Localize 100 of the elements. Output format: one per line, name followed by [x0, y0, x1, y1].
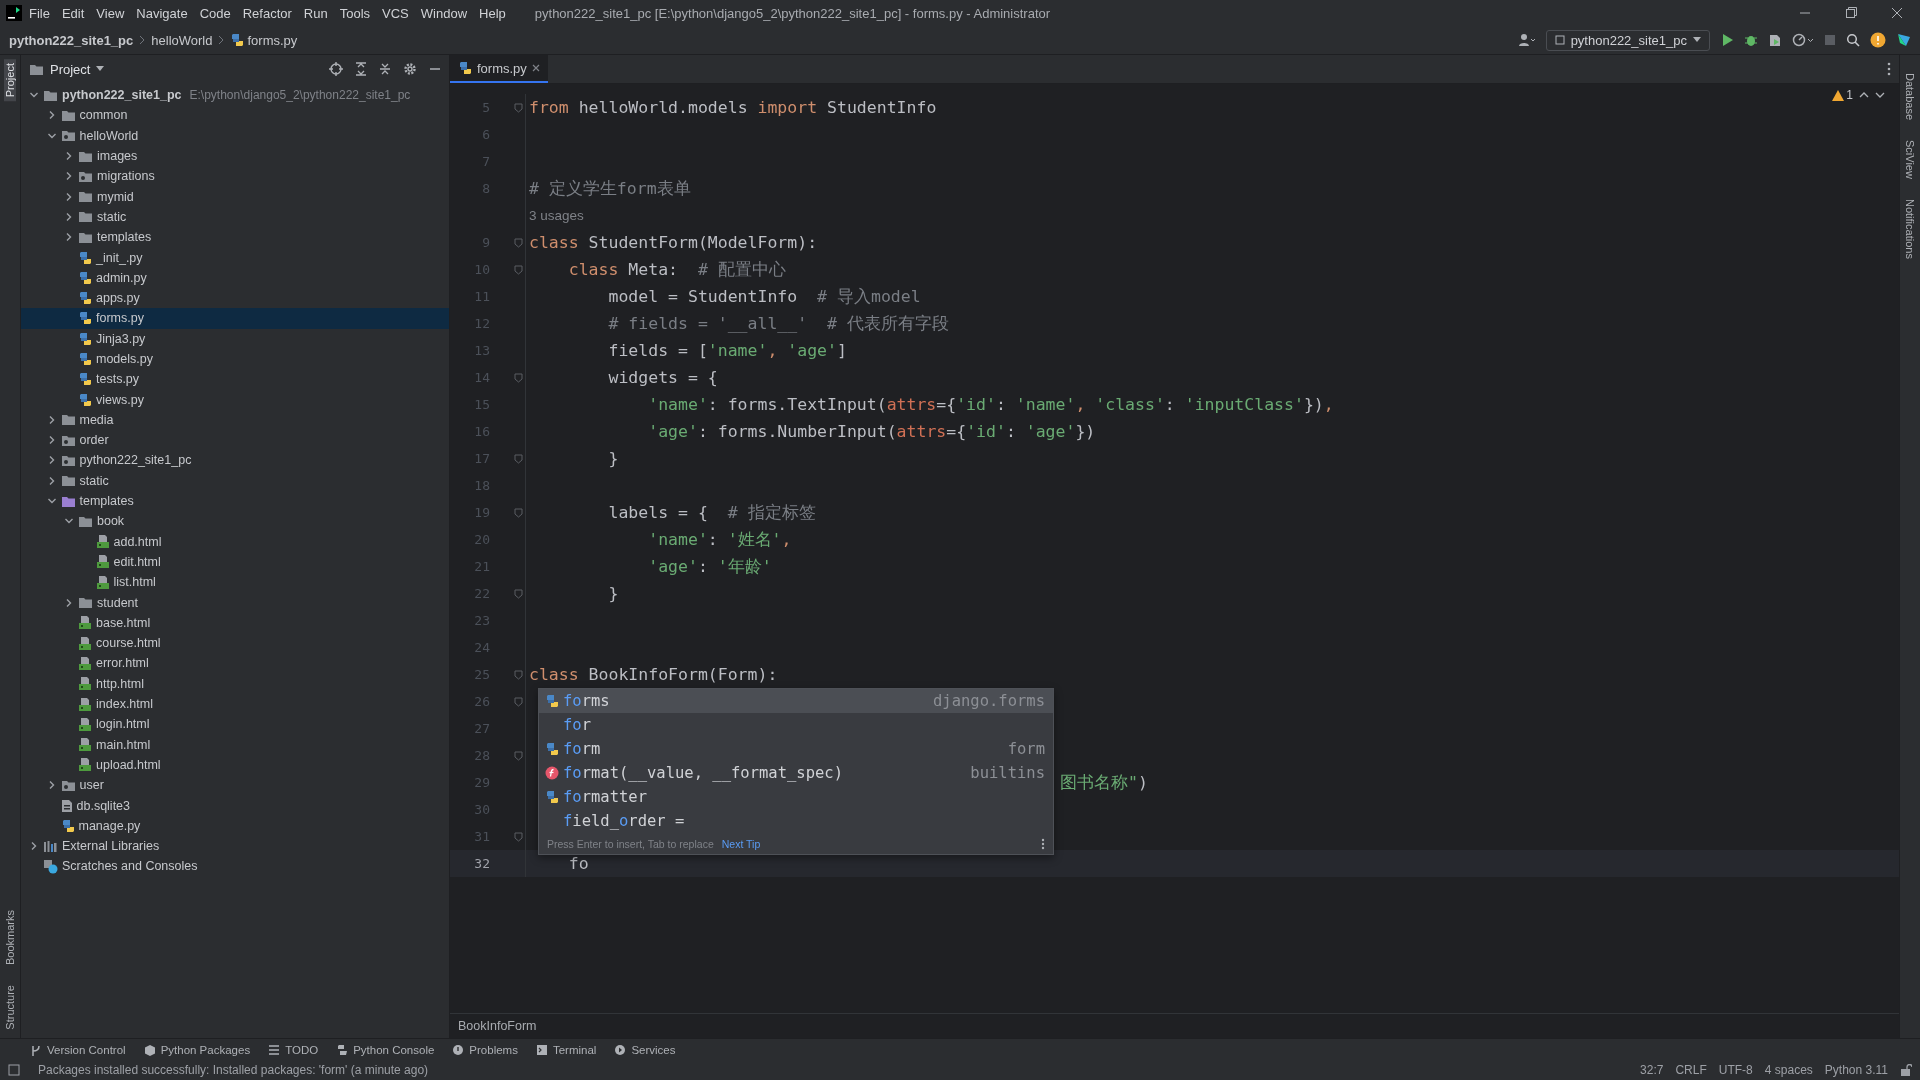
menu-item[interactable]: Navigate [131, 3, 193, 23]
tree-item[interactable]: manage.py [21, 815, 449, 836]
tree-item[interactable]: views.py [21, 389, 449, 410]
tree-item[interactable]: course.html [21, 633, 449, 654]
status-message[interactable]: Packages installed successfully: Installed packages: 'form' (a minute ago) [38, 1063, 429, 1077]
update-icon[interactable] [1870, 32, 1886, 48]
expand-chevron-icon[interactable] [64, 211, 74, 222]
status-item[interactable]: 4 spaces [1764, 1063, 1813, 1077]
tree-item[interactable]: book [21, 511, 449, 532]
tree-item[interactable]: user [21, 775, 449, 796]
plugin-logo-icon[interactable] [1896, 32, 1912, 48]
breadcrumb-item[interactable]: python222_site1_pc [9, 32, 134, 48]
tree-item[interactable]: upload.html [21, 754, 449, 776]
status-item[interactable]: UTF-8 [1718, 1063, 1753, 1077]
expand-chevron-icon[interactable] [64, 232, 74, 243]
tree-item[interactable]: python222_site1_pc E:\python\django5_2\python222_site1_pc [21, 85, 449, 106]
menu-item[interactable]: View [91, 3, 130, 23]
tree-item[interactable]: _init_.py [21, 247, 449, 268]
tree-item[interactable]: http.html [21, 673, 449, 694]
usages-hint[interactable]: 3 usages [526, 208, 584, 223]
completion-item[interactable]: field_order = [539, 809, 1053, 833]
tree-item[interactable]: media [21, 409, 449, 431]
breadcrumb-item[interactable]: forms.py [230, 32, 298, 48]
tree-item[interactable]: mymid [21, 186, 449, 207]
tree-item[interactable]: add.html [21, 531, 449, 552]
menu-item[interactable]: File [24, 3, 55, 23]
tree-item[interactable]: edit.html [21, 551, 449, 573]
next-icon[interactable] [1875, 91, 1885, 99]
tree-item[interactable]: student [21, 592, 449, 613]
menu-item[interactable]: Window [415, 3, 473, 23]
tool-window-tab[interactable]: Bookmarks [4, 906, 16, 970]
tree-item[interactable]: static [21, 206, 449, 228]
warning-count[interactable]: 1 [1832, 88, 1853, 102]
expand-chevron-icon[interactable] [29, 841, 39, 852]
tree-item[interactable]: tests.py [21, 369, 449, 390]
expand-chevron-icon[interactable] [64, 191, 74, 202]
search-icon[interactable] [1846, 33, 1860, 47]
menu-item[interactable]: Tools [334, 3, 376, 23]
tree-item[interactable]: Jinja3.py [21, 328, 449, 349]
more-icon[interactable] [1041, 837, 1045, 850]
tree-item[interactable]: admin.py [21, 267, 449, 288]
completion-item[interactable]: forms django.forms [539, 689, 1053, 713]
profile-icon[interactable] [1792, 33, 1814, 47]
tool-window-tab[interactable]: Structure [4, 981, 16, 1034]
status-item[interactable]: CRLF [1675, 1063, 1707, 1077]
menu-item[interactable]: Edit [56, 3, 90, 23]
user-icon[interactable] [1517, 33, 1536, 47]
tree-item[interactable]: error.html [21, 653, 449, 674]
tree-item[interactable]: index.html [21, 693, 449, 715]
tree-item[interactable]: static [21, 470, 449, 491]
tree-item[interactable]: common [21, 105, 449, 126]
tree-item[interactable]: forms.py [21, 308, 449, 329]
status-item[interactable]: Python 3.11 [1824, 1063, 1888, 1077]
collapse-all-icon[interactable] [379, 62, 391, 76]
status-item[interactable]: 32:7 [1640, 1063, 1664, 1077]
tool-window-button[interactable]: Version Control [30, 1043, 126, 1056]
completion-item[interactable]: for [539, 713, 1053, 737]
expand-chevron-icon[interactable] [64, 151, 74, 162]
completion-item[interactable]: form form [539, 737, 1053, 761]
tree-item[interactable]: login.html [21, 714, 449, 735]
menu-item[interactable]: Help [474, 3, 511, 23]
expand-chevron-icon[interactable] [64, 597, 74, 608]
next-tip-link[interactable]: Next Tip [721, 837, 761, 850]
tree-item[interactable]: apps.py [21, 287, 449, 309]
coverage-icon[interactable] [1768, 33, 1782, 47]
tree-item[interactable]: templates [21, 227, 449, 248]
tree-item[interactable]: models.py [21, 348, 449, 370]
menu-item[interactable]: Refactor [237, 3, 297, 23]
debug-icon[interactable] [1744, 33, 1758, 47]
tool-window-button[interactable]: Problems [452, 1043, 518, 1056]
tool-window-button[interactable]: Python Console [336, 1043, 435, 1056]
completion-item[interactable]: formatter [539, 785, 1053, 809]
tool-window-tab[interactable]: SciView [1904, 136, 1916, 184]
project-view-dropdown[interactable]: Project [29, 61, 105, 77]
expand-chevron-icon[interactable] [64, 171, 74, 182]
tool-window-button[interactable]: TODO [268, 1043, 319, 1056]
tree-item[interactable]: Scratches and Consoles [21, 856, 449, 877]
panel-toggle-icon[interactable] [8, 1064, 20, 1076]
breadcrumb-item[interactable]: helloWorld [151, 32, 213, 48]
completion-item[interactable]: format(__value, __format_spec) builtins [539, 761, 1053, 785]
code-breadcrumb[interactable]: BookInfoForm [458, 1019, 537, 1033]
locate-icon[interactable] [329, 62, 343, 76]
tree-item[interactable]: db.sqlite3 [21, 795, 449, 816]
tree-item[interactable]: order [21, 430, 449, 451]
tree-item[interactable]: templates [21, 490, 449, 512]
tool-window-tab[interactable]: Notifications [1904, 195, 1916, 263]
tool-window-button[interactable]: Python Packages [143, 1043, 251, 1056]
tool-window-button[interactable]: Terminal [535, 1043, 597, 1056]
tree-item[interactable]: list.html [21, 572, 449, 593]
tree-item[interactable]: migrations [21, 166, 449, 187]
tree-item[interactable]: python222_site1_pc [21, 450, 449, 471]
tool-window-button[interactable]: Services [614, 1043, 676, 1056]
expand-all-icon[interactable] [355, 62, 367, 76]
lock-icon[interactable] [1900, 1064, 1912, 1076]
menu-item[interactable]: VCS [377, 3, 414, 23]
settings-icon[interactable] [403, 62, 417, 76]
previous-icon[interactable] [1859, 91, 1869, 99]
tree-item[interactable]: main.html [21, 734, 449, 755]
tree-item[interactable]: base.html [21, 612, 449, 633]
more-icon[interactable] [1887, 62, 1891, 76]
